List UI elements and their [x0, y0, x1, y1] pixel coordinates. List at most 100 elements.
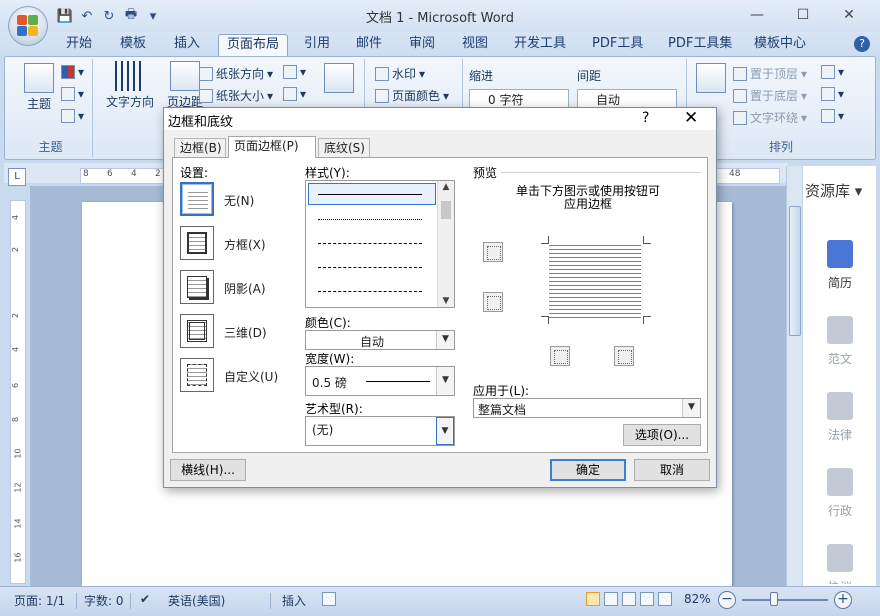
dialog-close-button[interactable]: ✕: [684, 108, 698, 128]
indent-left-input[interactable]: 0 字符: [469, 89, 569, 109]
rotate-button[interactable]: ▾: [821, 109, 844, 123]
tab-pdf-toolset[interactable]: PDF工具集: [660, 34, 740, 56]
breaks-button[interactable]: ▾: [283, 65, 306, 79]
apply-to-select[interactable]: 整篇文档 ▼: [473, 398, 701, 418]
insert-mode[interactable]: 插入: [282, 592, 306, 609]
style-list-scroll-thumb[interactable]: [441, 201, 451, 219]
theme-effects-button[interactable]: ▾: [61, 109, 84, 123]
resource-item-law[interactable]: 法律: [803, 392, 877, 443]
resource-item-admin[interactable]: 行政: [803, 468, 877, 519]
resource-item-resume[interactable]: 简历: [803, 240, 877, 291]
setting-shadow[interactable]: 阴影(A): [180, 270, 300, 306]
resource-item-agreement[interactable]: 协议: [803, 544, 877, 584]
scrollbar-thumb[interactable]: [789, 206, 801, 336]
setting-box[interactable]: 方框(X): [180, 226, 300, 262]
style-dotted[interactable]: [318, 219, 422, 220]
minimize-button[interactable]: —: [734, 0, 780, 30]
setting-none[interactable]: 无(N): [180, 182, 300, 218]
paper-direction-button[interactable]: 纸张方向 ▾: [199, 65, 273, 82]
outline-view-icon[interactable]: [640, 592, 654, 606]
group-button[interactable]: ▾: [821, 87, 844, 101]
zoom-out-button[interactable]: −: [718, 591, 736, 609]
style-solid[interactable]: [318, 194, 422, 195]
border-style-list[interactable]: ▲ ▼: [305, 180, 455, 308]
tab-selector-icon[interactable]: L: [8, 168, 26, 186]
style-list-scrollbar[interactable]: ▲ ▼: [437, 181, 454, 307]
vertical-scrollbar[interactable]: [786, 166, 802, 586]
chevron-down-icon[interactable]: ▼: [436, 417, 454, 445]
zoom-in-button[interactable]: +: [834, 591, 852, 609]
align-button[interactable]: ▾: [821, 65, 844, 79]
dialog-help-button[interactable]: ?: [642, 110, 649, 126]
page-count[interactable]: 页面: 1/1: [14, 592, 65, 609]
watermark-button[interactable]: 水印 ▾: [375, 65, 425, 82]
office-button[interactable]: [8, 6, 48, 46]
chevron-down-icon[interactable]: ▼: [436, 367, 454, 395]
resource-panel-title[interactable]: 资源库 ▾: [805, 180, 862, 201]
theme-fonts-button[interactable]: ▾: [61, 87, 84, 101]
border-preview[interactable]: [541, 232, 651, 328]
tab-mailings[interactable]: 邮件: [348, 34, 390, 56]
tab-shading[interactable]: 底纹(S): [318, 138, 370, 158]
macro-record-icon[interactable]: [322, 592, 336, 606]
tab-template[interactable]: 模板: [112, 34, 154, 56]
setting-custom[interactable]: 自定义(U): [180, 358, 300, 394]
vertical-ruler[interactable]: 4 2 2 4 6 8 10 12 14 16: [10, 200, 26, 584]
zoom-level[interactable]: 82%: [684, 592, 711, 606]
language-indicator[interactable]: 英语(美国): [168, 592, 225, 609]
tab-home[interactable]: 开始: [58, 34, 100, 56]
style-dash-dot[interactable]: [318, 291, 422, 292]
theme-colors-button[interactable]: ▾: [61, 65, 84, 79]
line-numbers-button[interactable]: ▾: [283, 87, 306, 101]
zoom-slider-knob[interactable]: [770, 592, 778, 606]
options-button[interactable]: 选项(O)...: [623, 424, 701, 446]
tab-page-border[interactable]: 页面边框(P): [228, 136, 316, 158]
zoom-slider-track[interactable]: [742, 599, 828, 601]
close-button[interactable]: ✕: [826, 0, 872, 30]
chevron-down-icon[interactable]: ▼: [436, 331, 454, 349]
draft-view-icon[interactable]: [658, 592, 672, 606]
setting-3d[interactable]: 三维(D): [180, 314, 300, 350]
tab-developer[interactable]: 开发工具: [506, 34, 574, 56]
tab-borders[interactable]: 边框(B): [174, 138, 226, 158]
word-count[interactable]: 字数: 0: [84, 592, 124, 609]
page-color-button[interactable]: 页面颜色 ▾: [375, 87, 449, 104]
ok-button[interactable]: 确定: [550, 459, 626, 481]
tab-template-center[interactable]: 模板中心: [746, 34, 814, 56]
chevron-down-icon[interactable]: ▼: [682, 399, 700, 417]
color-select[interactable]: 自动 ▼: [305, 330, 455, 350]
theme-button[interactable]: 主题: [19, 63, 59, 112]
scroll-up-icon[interactable]: ▲: [438, 182, 454, 192]
web-layout-view-icon[interactable]: [622, 592, 636, 606]
paper-size-button[interactable]: 纸张大小 ▾: [199, 87, 273, 104]
scroll-down-icon[interactable]: ▼: [438, 296, 454, 306]
bring-front-button[interactable]: 置于顶层 ▾: [733, 65, 807, 82]
style-dashed-small[interactable]: [318, 243, 422, 244]
bottom-border-button[interactable]: [483, 292, 503, 312]
maximize-button[interactable]: ☐: [780, 0, 826, 30]
position-button[interactable]: [693, 63, 729, 95]
proofing-icon[interactable]: ✔: [140, 592, 150, 606]
manuscript-button[interactable]: [321, 63, 357, 95]
help-icon[interactable]: ?: [854, 36, 870, 52]
send-back-button[interactable]: 置于底层 ▾: [733, 87, 807, 104]
cancel-button[interactable]: 取消: [634, 459, 710, 481]
top-border-button[interactable]: [483, 242, 503, 262]
tab-review[interactable]: 审阅: [401, 34, 443, 56]
tab-page-layout[interactable]: 页面布局: [218, 34, 289, 56]
width-select[interactable]: 0.5 磅 ▼: [305, 366, 455, 396]
text-direction-button[interactable]: 文字方向: [101, 61, 159, 110]
horizontal-line-button[interactable]: 横线(H)...: [170, 459, 246, 481]
left-border-button[interactable]: [550, 346, 570, 366]
tab-insert[interactable]: 插入: [166, 34, 208, 56]
resource-item-sample[interactable]: 范文: [803, 316, 877, 367]
tab-pdf-tools[interactable]: PDF工具: [584, 34, 651, 56]
print-layout-view-icon[interactable]: [586, 592, 600, 606]
text-wrap-button[interactable]: 文字环绕 ▾: [733, 109, 807, 126]
style-dashed-large[interactable]: [318, 267, 422, 268]
tab-references[interactable]: 引用: [296, 34, 338, 56]
right-border-button[interactable]: [614, 346, 634, 366]
full-screen-view-icon[interactable]: [604, 592, 618, 606]
art-select[interactable]: (无) ▼: [305, 416, 455, 446]
tab-view[interactable]: 视图: [454, 34, 496, 56]
